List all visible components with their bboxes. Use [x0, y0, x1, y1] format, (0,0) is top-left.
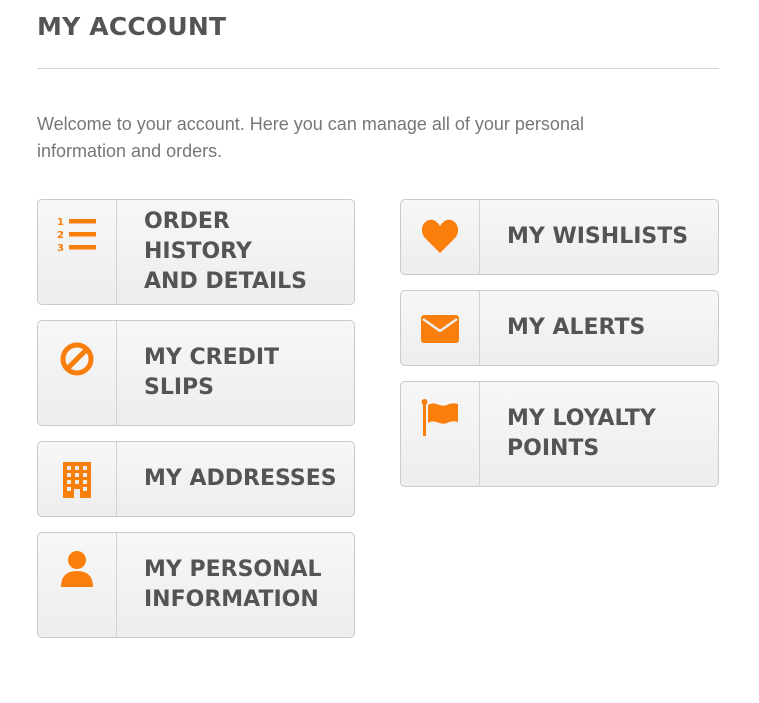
divider — [37, 68, 719, 69]
icon-cell — [38, 321, 117, 425]
alerts-button[interactable]: MY ALERTS — [400, 290, 719, 366]
loyalty-points-label: MY LOYALTY POINTS — [507, 406, 656, 461]
page-title: MY ACCOUNT — [37, 12, 227, 41]
svg-text:1: 1 — [57, 217, 64, 228]
icon-cell — [401, 200, 480, 274]
icon-cell — [38, 442, 117, 516]
alerts-label: MY ALERTS — [507, 315, 646, 340]
credit-slips-button[interactable]: MY CREDIT SLIPS — [37, 320, 355, 426]
order-history-label: ORDER HISTORY AND DETAILS — [144, 209, 308, 294]
user-icon — [61, 551, 93, 587]
ban-icon — [60, 342, 94, 376]
addresses-label: MY ADDRESSES — [144, 466, 337, 491]
personal-info-label: MY PERSONAL INFORMATION — [144, 557, 322, 612]
wishlists-button[interactable]: MY WISHLISTS — [400, 199, 719, 275]
order-history-button[interactable]: 1 2 3 ORDER HISTORY AND DETAILS — [37, 199, 355, 305]
icon-cell — [38, 533, 117, 637]
wishlists-label: MY WISHLISTS — [507, 224, 689, 249]
credit-slips-label: MY CREDIT SLIPS — [144, 345, 280, 400]
icon-cell — [401, 382, 480, 486]
flag-icon — [421, 399, 458, 436]
welcome-text: Welcome to your account. Here you can ma… — [37, 114, 584, 161]
personal-info-button[interactable]: MY PERSONAL INFORMATION — [37, 532, 355, 638]
svg-text:3: 3 — [57, 243, 64, 254]
addresses-button[interactable]: MY ADDRESSES — [37, 441, 355, 517]
icon-cell: 1 2 3 — [38, 200, 117, 304]
envelope-icon — [421, 315, 459, 343]
icon-cell — [401, 291, 480, 365]
heart-icon — [421, 219, 459, 253]
svg-text:2: 2 — [57, 230, 64, 241]
list-ordered-icon: 1 2 3 — [57, 217, 96, 254]
loyalty-points-button[interactable]: MY LOYALTY POINTS — [400, 381, 719, 487]
building-icon — [63, 462, 91, 498]
